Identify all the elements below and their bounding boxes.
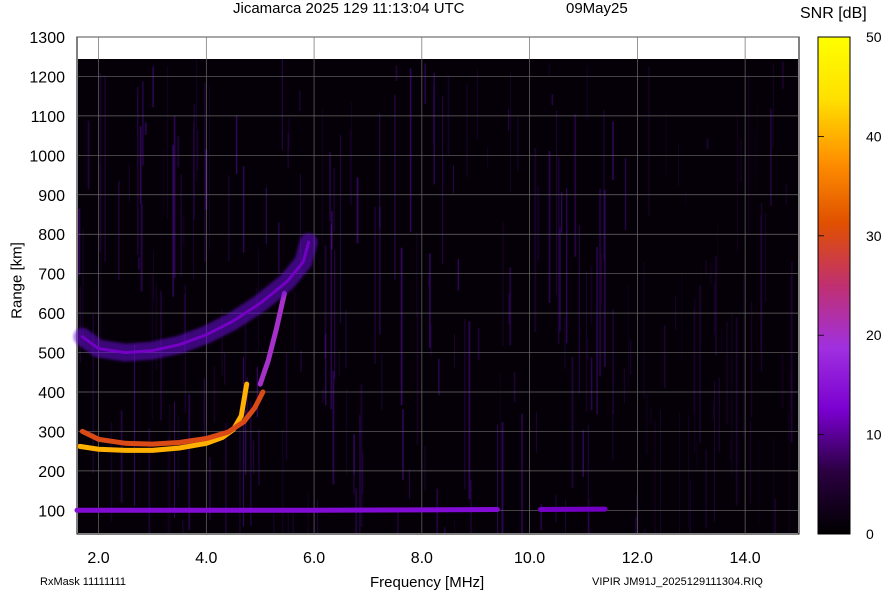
y-tick-label: 900 xyxy=(38,188,65,205)
x-tick-label: 2.0 xyxy=(87,550,109,567)
x-tick-labels: 2.0 4.0 6.0 8.0 10.0 12.0 14.0 xyxy=(87,550,760,567)
x-tick-label: 14.0 xyxy=(730,550,761,567)
echo-trace xyxy=(74,507,500,513)
colorbar-tick-label: 0 xyxy=(866,526,874,542)
colorbar-tick-label: 20 xyxy=(866,327,882,343)
y-tick-label: 100 xyxy=(38,503,65,520)
y-tick-label: 500 xyxy=(38,346,65,363)
ionogram-chart: 2.0 4.0 6.0 8.0 10.0 12.0 14.0 100200300400500… xyxy=(29,29,882,567)
colorbar-tick-label: 50 xyxy=(866,29,882,45)
colorbar-tick-label: 40 xyxy=(866,128,882,144)
y-tick-label: 1300 xyxy=(29,30,65,47)
colorbar-tick-label: 10 xyxy=(866,427,882,443)
y-tick-label: 800 xyxy=(38,227,65,244)
x-tick-label: 12.0 xyxy=(622,550,653,567)
colorbar xyxy=(817,36,851,535)
y-tick-label: 400 xyxy=(38,385,65,402)
y-tick-label: 600 xyxy=(38,306,65,323)
x-tick-label: 4.0 xyxy=(195,550,217,567)
y-tick-label: 200 xyxy=(38,464,65,481)
y-tick-labels: 100 200 300 400 500 600 700 800 900 1000 1100 1200 1… xyxy=(29,30,65,520)
y-tick-label: 1000 xyxy=(29,148,65,165)
x-tick-label: 6.0 xyxy=(303,550,325,567)
colorbar-tick-label: 30 xyxy=(866,228,882,244)
x-tick-label: 10.0 xyxy=(514,550,545,567)
y-tick-label: 1200 xyxy=(29,69,65,86)
y-tick-label: 700 xyxy=(38,267,65,284)
plot-data-area xyxy=(78,59,798,533)
y-tick-label: 1100 xyxy=(31,109,66,126)
y-tick-label: 300 xyxy=(38,424,65,441)
x-tick-label: 8.0 xyxy=(411,550,433,567)
